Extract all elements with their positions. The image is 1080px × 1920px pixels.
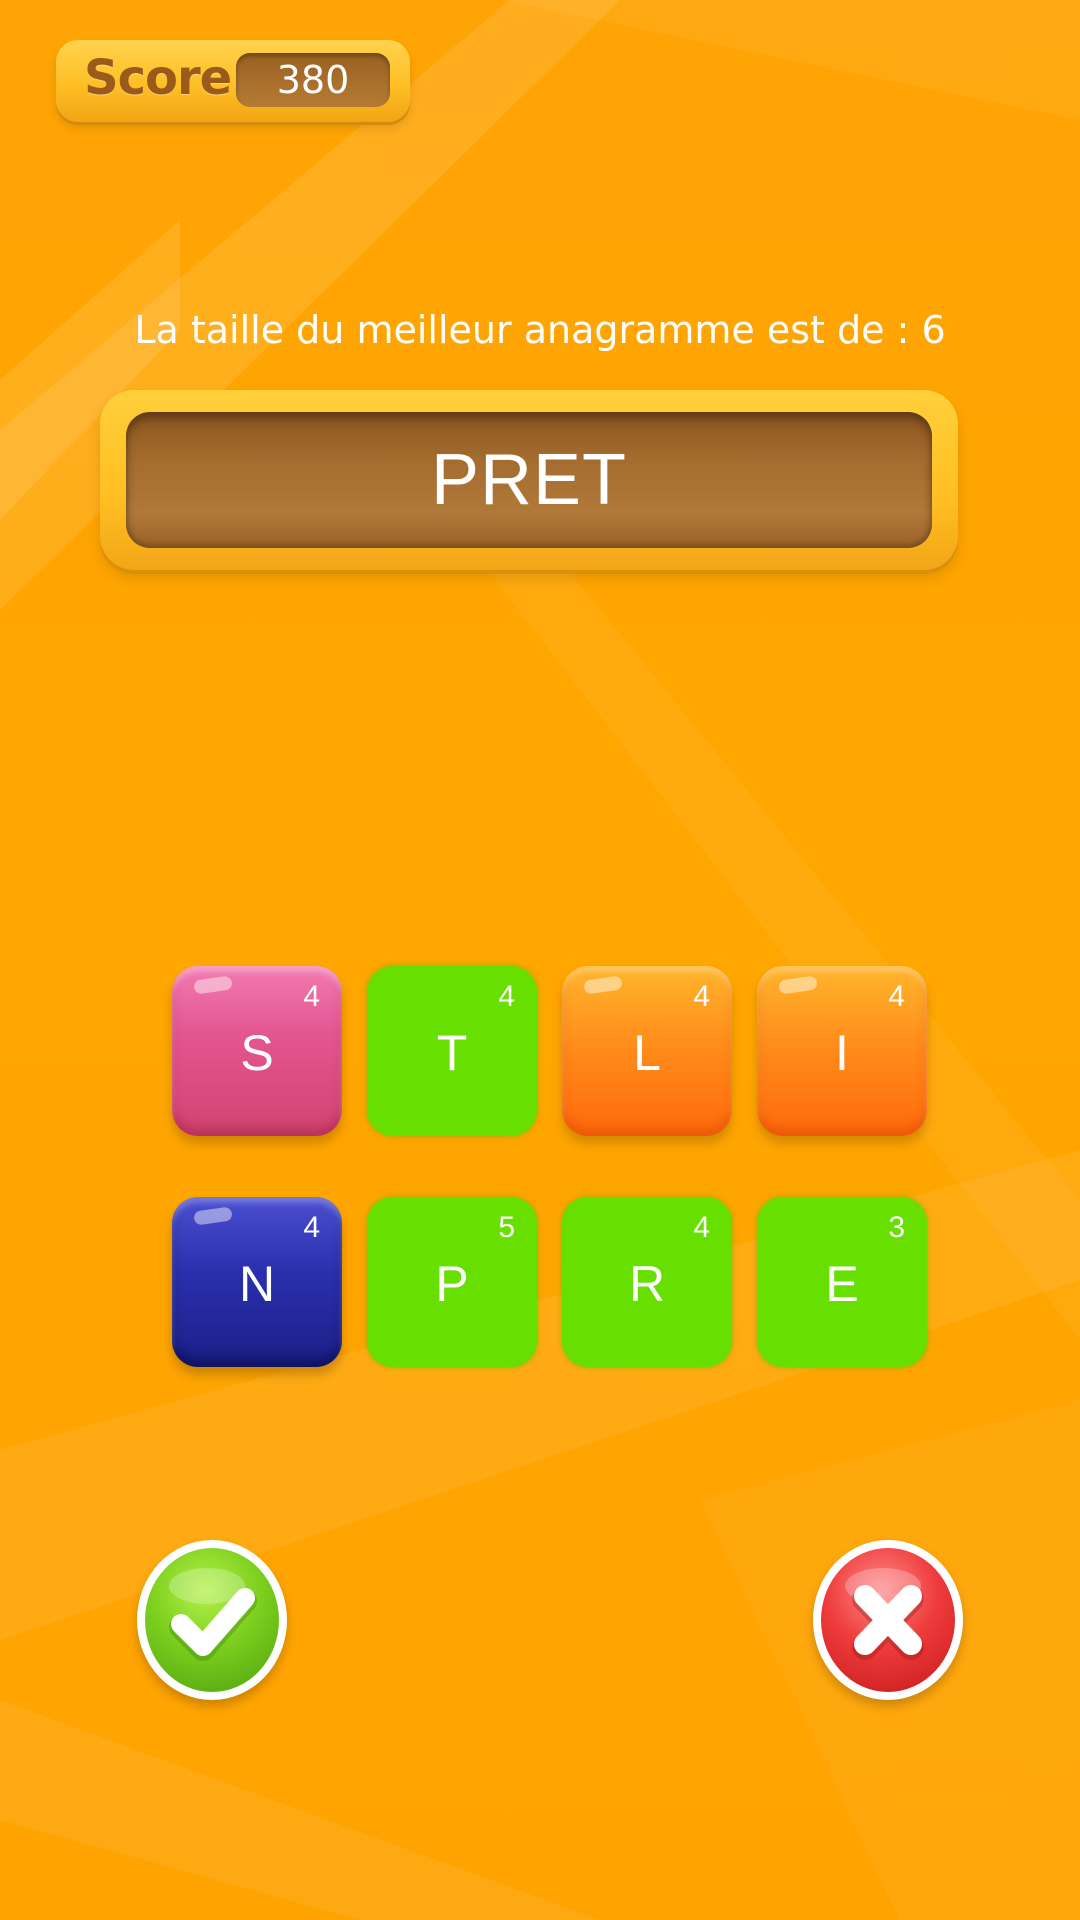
tile-letter: T [436,1025,468,1081]
tile-points: 4 [303,1211,320,1244]
close-icon [845,1568,924,1660]
letter-tile[interactable]: E 3 [757,1197,927,1367]
tile-points: 4 [888,980,905,1013]
tile-letter: P [435,1256,469,1312]
tile-gloss [193,975,233,995]
tile-points: 4 [303,980,320,1013]
word-display: PRET [126,412,932,548]
tile-letter: E [825,1256,859,1312]
tile-gloss [193,1206,233,1226]
tile-gloss [778,975,818,995]
tile-letter: R [628,1256,666,1312]
tile-points: 4 [693,980,710,1013]
tile-letter: N [238,1256,276,1312]
check-icon [169,1568,257,1661]
tile-gloss [583,975,623,995]
validate-button[interactable] [137,1540,287,1700]
letter-tile[interactable]: P 5 [367,1197,537,1367]
current-word: PRET [430,440,628,520]
score-value: 380 [276,58,350,102]
tile-letter: L [633,1025,661,1081]
cancel-button[interactable] [813,1540,963,1700]
tile-letter: I [835,1025,849,1081]
letter-tile[interactable]: I 4 [757,966,927,1136]
tile-points: 3 [888,1211,905,1244]
letter-tile[interactable]: N 4 [172,1197,342,1367]
tile-points: 4 [693,1211,710,1244]
tile-points: 4 [498,980,515,1013]
letter-tile[interactable]: S 4 [172,966,342,1136]
score-value-box: 380 [236,53,390,107]
letter-tile[interactable]: T 4 [367,966,537,1136]
tile-points: 5 [498,1211,515,1244]
letter-tile[interactable]: R 4 [562,1197,732,1367]
word-board: PRET [100,390,958,570]
tile-letter: S [240,1025,274,1081]
best-anagram-hint: La taille du meilleur anagramme est de :… [134,308,946,352]
score-panel: Score 380 [56,40,410,122]
letter-tile[interactable]: L 4 [562,966,732,1136]
score-label: Score [84,50,232,106]
